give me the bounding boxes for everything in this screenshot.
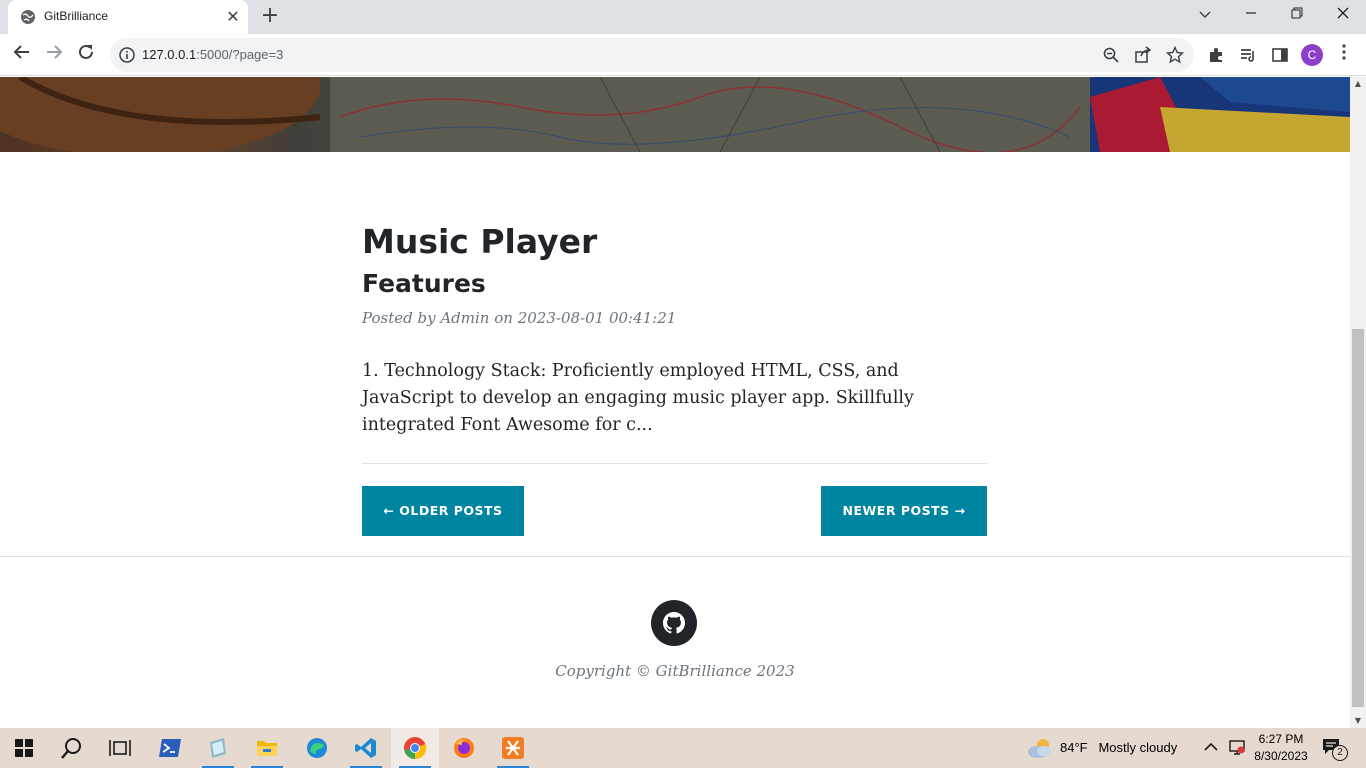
app-tile[interactable] [194, 728, 242, 768]
vscode-app[interactable] [342, 728, 390, 768]
page-viewport: Music Player Features Posted by Admin on… [0, 77, 1350, 728]
close-tab-icon[interactable]: ✕ [224, 8, 242, 26]
vscode-icon [355, 738, 376, 758]
tab-title: GitBrilliance [44, 9, 109, 23]
globe-icon [21, 10, 35, 24]
post-meta: Posted by Admin on 2023-08-01 00:41:21 [362, 309, 677, 327]
star-icon[interactable] [1166, 46, 1184, 64]
search-icon [61, 738, 81, 759]
arrow-right-icon [47, 45, 63, 59]
info-icon[interactable] [118, 46, 136, 64]
page-scrollbar[interactable]: ▲ ▼ [1350, 77, 1366, 728]
side-panel-icon[interactable] [1271, 46, 1289, 64]
xampp-icon [502, 737, 524, 759]
notification-center-button[interactable]: 2 [1322, 737, 1348, 761]
firefox-icon [454, 738, 474, 758]
github-link[interactable] [651, 600, 697, 646]
browser-toolbar: 127.0.0.1:5000/?page=3 C [0, 34, 1366, 76]
zoom-icon[interactable] [1102, 46, 1120, 64]
divider [362, 463, 987, 464]
chrome-app[interactable] [391, 728, 439, 768]
footer-divider [0, 556, 1350, 557]
address-bar[interactable]: 127.0.0.1:5000/?page=3 [110, 38, 1194, 72]
post-subtitle[interactable]: Features [362, 267, 987, 301]
profile-avatar[interactable]: C [1301, 44, 1323, 66]
reload-button[interactable] [74, 43, 98, 67]
tab-search-button[interactable] [1182, 0, 1228, 30]
chrome-icon [404, 737, 427, 760]
edge-app[interactable] [293, 728, 341, 768]
restore-icon [1291, 7, 1303, 19]
weather-condition: Mostly cloudy [1098, 740, 1178, 755]
network-icon[interactable] [1228, 738, 1246, 756]
close-window-button[interactable] [1320, 0, 1366, 30]
powershell-app[interactable] [146, 728, 194, 768]
firefox-app[interactable] [440, 728, 488, 768]
system-clock[interactable]: 6:27 PM 8/30/2023 [1252, 731, 1310, 765]
chevron-down-icon [1199, 11, 1211, 18]
menu-button[interactable] [1336, 44, 1352, 66]
newer-posts-button[interactable]: NEWER POSTS → [821, 486, 987, 536]
weather-cloud-icon[interactable] [1027, 737, 1053, 759]
notification-badge: 2 [1332, 745, 1348, 761]
clock-time: 6:27 PM [1258, 732, 1304, 746]
github-icon [663, 612, 685, 634]
browser-tab[interactable]: GitBrilliance ✕ [8, 0, 248, 34]
temperature: 84°F [1060, 740, 1088, 755]
reload-icon [79, 44, 93, 59]
windows-taskbar: 84°F Mostly cloudy 6:27 PM 8/30/2023 2 [0, 728, 1366, 768]
task-view-button[interactable] [96, 728, 144, 768]
post-excerpt: 1. Technology Stack: Proficiently employ… [362, 361, 914, 435]
search-button[interactable] [48, 728, 96, 768]
extensions-icon[interactable] [1207, 46, 1225, 64]
scroll-thumb[interactable] [1352, 329, 1364, 707]
weather-widget[interactable]: 84°F Mostly cloudy [1060, 740, 1177, 755]
url-text[interactable]: 127.0.0.1:5000/?page=3 [142, 47, 283, 62]
forward-button[interactable] [42, 43, 66, 67]
post-preview[interactable]: Music Player Features Posted by Admin on… [362, 217, 987, 439]
arrow-left-icon [13, 45, 29, 59]
header-image [0, 77, 1350, 152]
edge-icon [307, 738, 327, 758]
xampp-app[interactable] [489, 728, 537, 768]
map-background-image [0, 77, 1350, 152]
folder-icon [257, 741, 277, 756]
restore-button[interactable] [1274, 0, 1320, 30]
minimize-icon [1246, 12, 1256, 14]
scroll-up-arrow-icon[interactable]: ▲ [1350, 77, 1366, 91]
chevron-up-icon[interactable] [1204, 742, 1218, 752]
kebab-icon [1342, 44, 1346, 60]
close-icon [1337, 7, 1349, 19]
tab-strip: GitBrilliance ✕ + [0, 0, 1366, 34]
task-view-icon [109, 740, 131, 756]
scroll-down-arrow-icon[interactable]: ▼ [1350, 714, 1366, 728]
post-title[interactable]: Music Player [362, 217, 987, 267]
app-icon [210, 738, 226, 758]
author-link[interactable]: Admin [440, 309, 489, 327]
start-button[interactable] [0, 728, 48, 768]
back-button[interactable] [10, 43, 34, 67]
file-explorer-app[interactable] [243, 728, 291, 768]
older-posts-button[interactable]: ← OLDER POSTS [362, 486, 524, 536]
clock-date: 8/30/2023 [1254, 749, 1308, 763]
copyright-text: Copyright © GitBrilliance 2023 [555, 662, 795, 680]
minimize-button[interactable] [1228, 0, 1274, 30]
windows-logo-icon [15, 739, 33, 757]
powershell-icon [159, 739, 181, 757]
new-tab-button[interactable]: + [258, 4, 282, 28]
media-queue-icon[interactable] [1239, 46, 1257, 64]
share-icon[interactable] [1134, 46, 1152, 64]
